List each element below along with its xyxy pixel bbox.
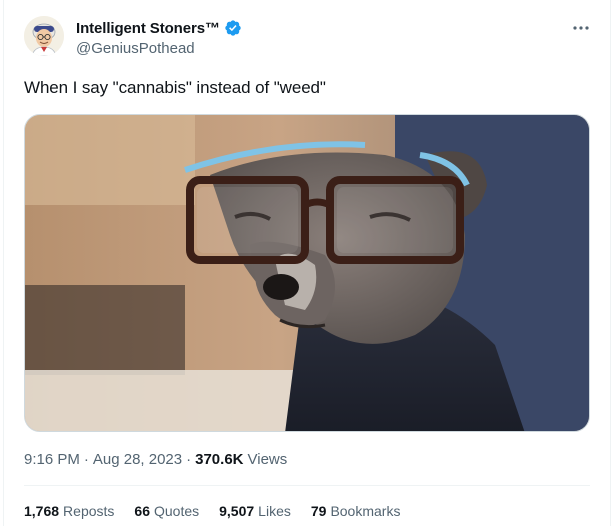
- tweet-date[interactable]: Aug 28, 2023: [93, 451, 182, 468]
- display-name[interactable]: Intelligent Stoners™: [76, 20, 220, 37]
- bookmarks-stat[interactable]: 79 Bookmarks: [311, 503, 401, 519]
- views-count: 370.6K: [195, 451, 244, 468]
- separator: ·: [186, 451, 192, 468]
- tweet-text: When I say "cannabis" instead of "weed": [24, 78, 326, 97]
- verified-badge-icon: [224, 19, 242, 37]
- more-options-icon[interactable]: [570, 18, 592, 38]
- tweet-card: Intelligent Stoners™ @GeniusPothead When…: [3, 0, 611, 526]
- reposts-stat[interactable]: 1,768 Reposts: [24, 503, 114, 519]
- avatar[interactable]: [24, 16, 64, 56]
- likes-label: Likes: [258, 503, 291, 519]
- dog-wearing-glasses-photo-icon: [25, 115, 589, 431]
- separator: ·: [83, 451, 89, 468]
- engagement-stats: 1,768 Reposts 66 Quotes 9,507 Likes 79 B…: [24, 503, 400, 519]
- reposts-count: 1,768: [24, 503, 60, 519]
- tweet-media-image[interactable]: [24, 114, 590, 432]
- views-label: Views: [247, 451, 288, 468]
- quotes-stat[interactable]: 66 Quotes: [134, 503, 199, 519]
- author-handle[interactable]: @GeniusPothead: [76, 40, 195, 57]
- bookmarks-label: Bookmarks: [330, 503, 401, 519]
- tweet-metadata: 9:16 PM · Aug 28, 2023 · 370.6K Views: [24, 451, 287, 468]
- quotes-label: Quotes: [153, 503, 200, 519]
- likes-stat[interactable]: 9,507 Likes: [219, 503, 291, 519]
- reposts-label: Reposts: [63, 503, 115, 519]
- bookmarks-count: 79: [310, 503, 327, 519]
- tweet-time[interactable]: 9:16 PM: [24, 451, 80, 468]
- cartoon-scientist-icon: [24, 16, 64, 56]
- author-name-row: Intelligent Stoners™: [76, 18, 242, 38]
- divider: [24, 485, 590, 486]
- likes-count: 9,507: [219, 503, 255, 519]
- quotes-count: 66: [134, 503, 150, 519]
